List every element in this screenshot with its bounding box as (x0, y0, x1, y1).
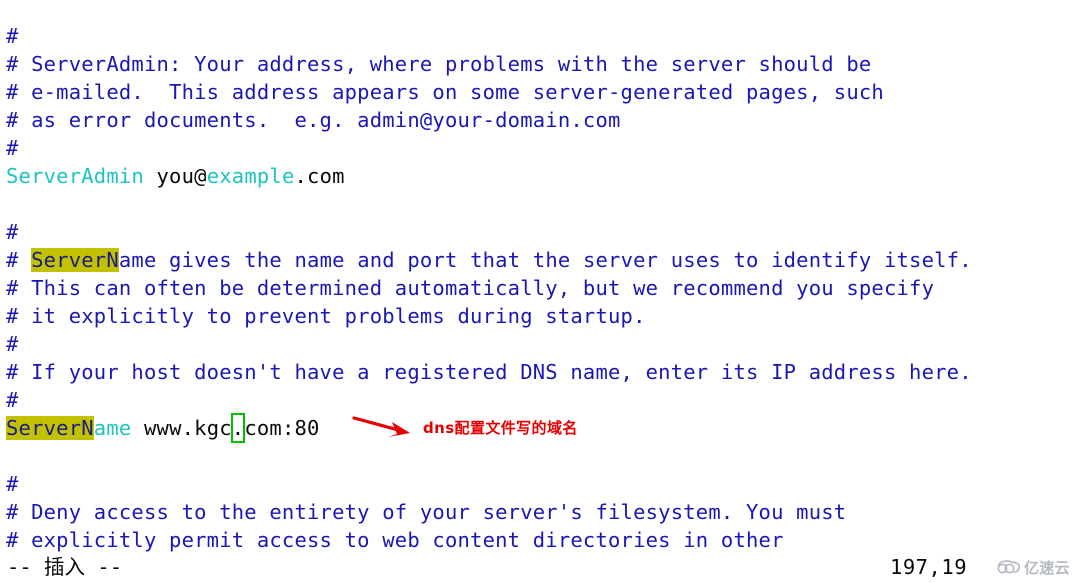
code-line[interactable]: # ServerName gives the name and port tha… (6, 246, 1086, 274)
watermark: 亿速云 (995, 557, 1070, 578)
code-line[interactable]: # If your host doesn't have a registered… (6, 358, 1086, 386)
code-segment: www.kgc (131, 416, 232, 440)
code-line[interactable]: # ServerAdmin: Your address, where probl… (6, 50, 1086, 78)
code-line[interactable]: # (6, 330, 1086, 358)
code-segment: # (6, 248, 32, 272)
code-segment: # Deny access to the entirety of your se… (6, 500, 847, 524)
code-line[interactable]: # e-mailed. This address appears on some… (6, 78, 1086, 106)
code-line[interactable]: # Deny access to the entirety of your se… (6, 498, 1086, 526)
cloud-icon (997, 559, 1021, 573)
code-text-area[interactable]: # # ServerAdmin: Your address, where prob… (6, 22, 1086, 554)
code-segment: # If your host doesn't have a registered… (6, 360, 972, 384)
code-line[interactable]: # (6, 134, 1086, 162)
code-segment: # (6, 388, 19, 412)
code-segment: com:80 (244, 416, 320, 440)
code-line[interactable]: # (6, 470, 1086, 498)
watermark-text: 亿速云 (1024, 559, 1070, 577)
annotation-text: dns配置文件写的域名 (423, 418, 578, 437)
code-segment: example (206, 164, 295, 188)
code-segment: # it explicitly to prevent problems duri… (6, 304, 646, 328)
code-line[interactable]: # (6, 386, 1086, 414)
code-line[interactable] (6, 190, 1086, 218)
red-annotation-callout: dns配置文件写的域名 (352, 412, 578, 442)
code-line[interactable]: # (6, 22, 1086, 50)
editor-mode-indicator: -- 插入 -- (7, 555, 123, 579)
code-line[interactable]: # as error documents. e.g. admin@your-do… (6, 106, 1086, 134)
code-segment: # (6, 472, 19, 496)
code-segment: ame gives the name and port that the ser… (118, 248, 972, 272)
text-cursor: . (230, 413, 246, 443)
code-segment: # explicitly permit access to web conten… (6, 528, 784, 552)
code-segment: # (6, 220, 19, 244)
code-segment: # (6, 24, 19, 48)
code-segment: you@ (143, 164, 207, 188)
code-segment: ServerAdmin (6, 164, 144, 188)
code-line[interactable]: # it explicitly to prevent problems duri… (6, 302, 1086, 330)
code-segment: # as error documents. e.g. admin@your-do… (6, 108, 621, 132)
code-segment: # e-mailed. This address appears on some… (6, 80, 884, 104)
code-line[interactable]: # explicitly permit access to web conten… (6, 526, 1086, 554)
vim-editor-window[interactable]: # # ServerAdmin: Your address, where prob… (0, 0, 1089, 583)
search-highlight: ServerN (6, 416, 94, 440)
search-highlight: ServerN (31, 248, 119, 272)
status-bar: -- 插入 -- 197,19 (0, 553, 1089, 583)
code-line[interactable]: # This can often be determined automatic… (6, 274, 1086, 302)
code-segment: # (6, 136, 19, 160)
code-segment: # (6, 332, 19, 356)
cursor-position-indicator: 197,19 (890, 555, 968, 579)
code-segment: # ServerAdmin: Your address, where probl… (6, 52, 872, 76)
code-line[interactable]: ServerAdmin you@example.com (6, 162, 1086, 190)
code-segment: # This can often be determined automatic… (6, 276, 935, 300)
arrow-right-icon (352, 416, 410, 437)
code-line[interactable] (6, 442, 1086, 470)
code-line[interactable]: # (6, 218, 1086, 246)
code-segment: ame (93, 416, 132, 440)
code-segment: .com (294, 164, 345, 188)
